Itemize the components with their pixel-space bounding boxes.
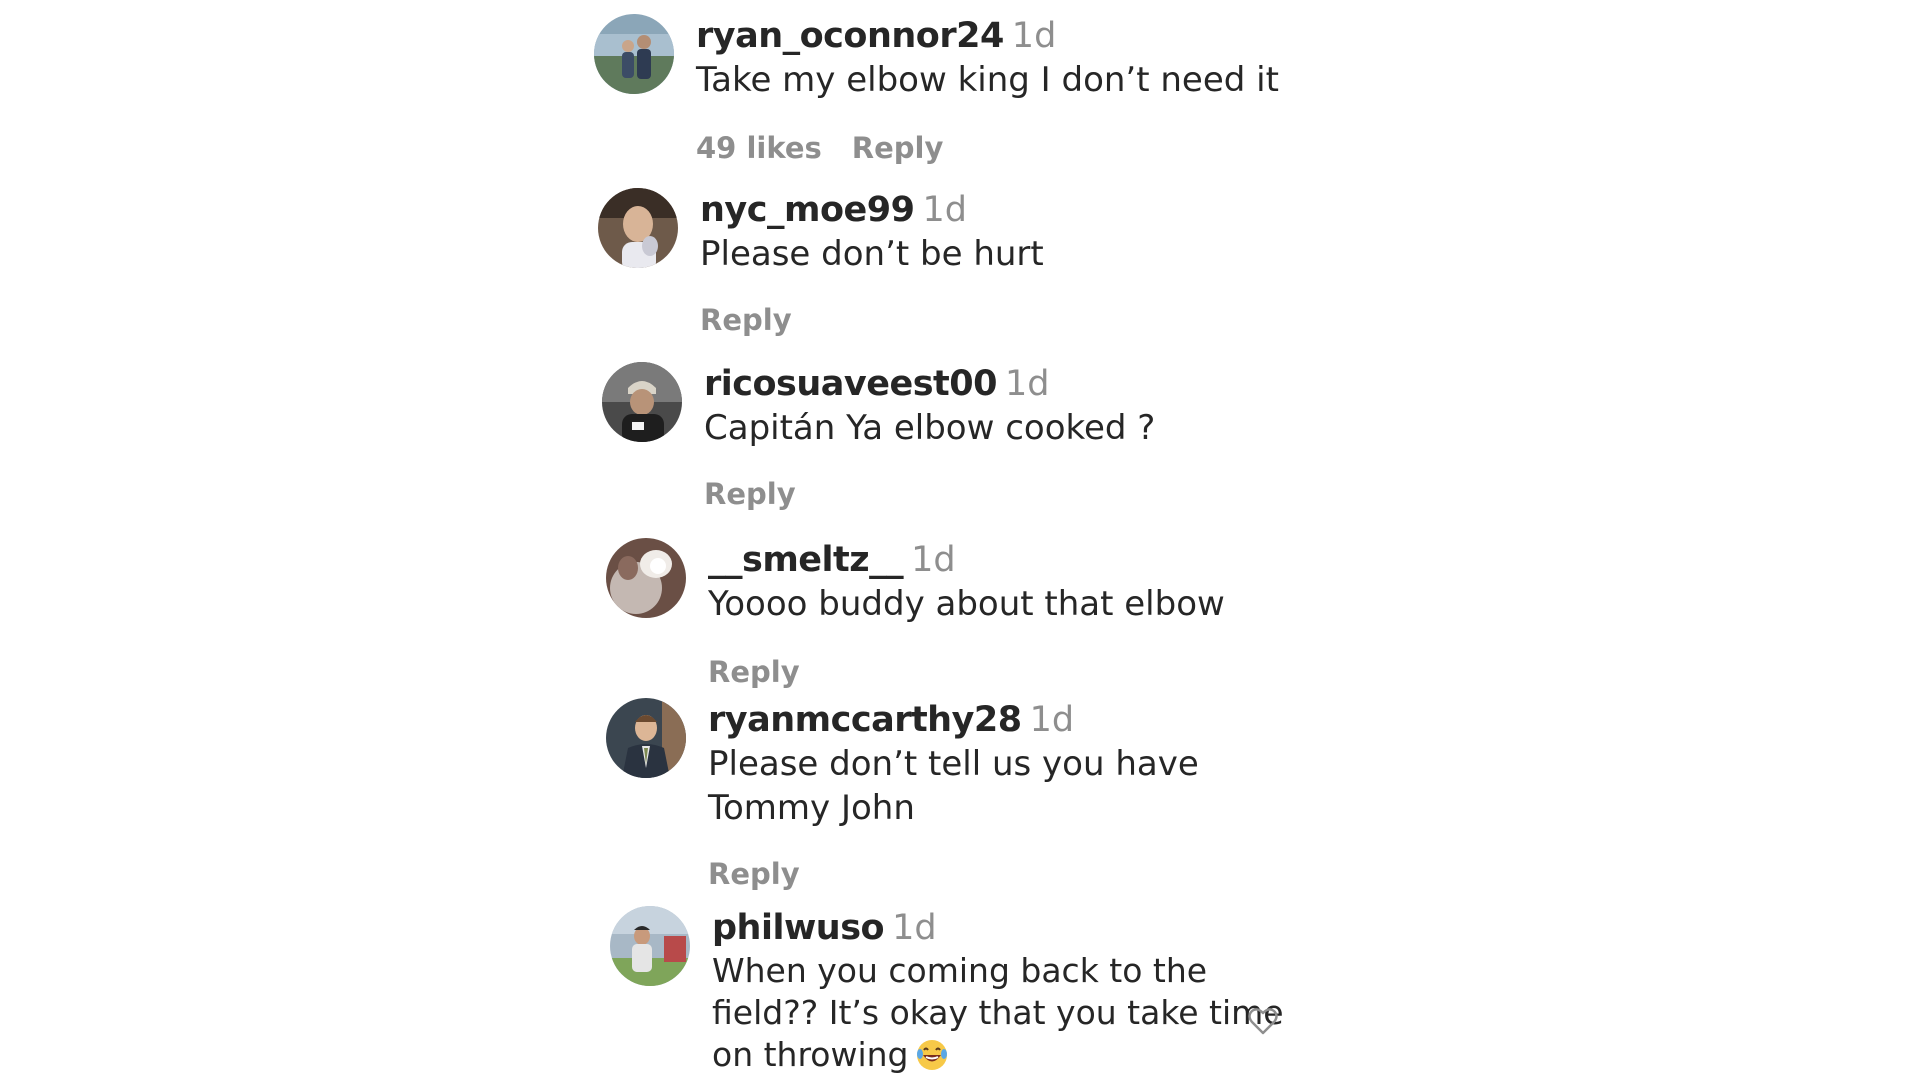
comment-item: __smeltz__ 1d Yoooo buddy about that elbo… [606,538,1306,698]
comment-text: When you coming back to the field?? It’s… [712,950,1284,1076]
comment-username[interactable]: __smeltz__ [708,540,904,580]
avatar[interactable] [598,188,678,268]
reply-button[interactable]: Reply [852,131,944,165]
avatar-image [606,538,686,618]
comment-text-line: on throwing [712,1035,909,1074]
comment-username[interactable]: ryanmccarthy28 [708,700,1022,740]
comment-text-line-with-emoji: on throwing [712,1034,1284,1076]
comment-text: Please don’t tell us you have Tommy John [708,742,1199,830]
comment-header: __smeltz__ 1d [708,538,956,588]
comment-text-line: field?? It’s okay that you take time [712,993,1284,1032]
comment-text-line: Please don’t be hurt [700,234,1044,274]
comment-text-line: Please don’t tell us you have [708,744,1199,784]
comment-actions: Reply [700,302,792,338]
comment-username[interactable]: ricosuaveest00 [704,364,997,404]
comment-username[interactable]: ryan_oconnor24 [696,16,1004,56]
avatar-image [602,362,682,442]
comment-timestamp: 1d [922,190,967,230]
comment-actions: Reply [708,654,800,690]
comment-timestamp: 1d [911,540,956,580]
reply-button[interactable]: Reply [708,857,800,891]
reply-button[interactable]: Reply [704,477,796,511]
comment-header: philwuso 1d [712,906,937,956]
comment-timestamp: 1d [892,908,937,948]
comment-text-line: Yoooo buddy about that elbow [708,584,1225,624]
comment-timestamp: 1d [1029,700,1075,740]
heart-outline-icon[interactable] [1246,1004,1280,1038]
avatar[interactable] [610,906,690,986]
comment-item: nyc_moe99 1d Please don’t be hurt Reply [598,188,1298,348]
avatar-image [594,14,674,94]
comment-text-line: Take my elbow king I don’t need it [696,60,1279,100]
comment-text: Capitán Ya elbow cooked ? [704,406,1155,450]
likes-count[interactable]: 49 likes [696,131,822,165]
comment-text-line: Tommy John [708,788,915,828]
avatar-image [610,906,690,986]
comment-header: nyc_moe99 1d [700,188,967,238]
comment-header: ricosuaveest00 1d [704,362,1049,412]
comment-item: ryanmccarthy28 1d Please don’t tell us yo… [606,698,1306,898]
comment-header: ryanmccarthy28 1d [708,698,1074,748]
comment-item: ryan_oconnor24 1d Take my elbow king I do… [594,14,1294,174]
comment-actions: Reply [704,476,796,512]
comment-item: ricosuaveest00 1d Capitán Ya elbow cooked… [602,362,1302,522]
reply-button[interactable]: Reply [700,303,792,337]
laughing-crying-emoji-icon [916,1040,947,1070]
avatar[interactable] [606,538,686,618]
avatar-image [598,188,678,268]
reply-button[interactable]: Reply [708,655,800,689]
comment-username[interactable]: nyc_moe99 [700,190,915,230]
comment-timestamp: 1d [1004,364,1050,404]
avatar[interactable] [602,362,682,442]
comment-actions: Reply [708,856,800,892]
avatar[interactable] [606,698,686,778]
comment-text: Yoooo buddy about that elbow [708,582,1225,626]
comment-header: ryan_oconnor24 1d [696,14,1056,64]
comment-text: Please don’t be hurt [700,232,1044,276]
comment-text-line: Capitán Ya elbow cooked ? [704,408,1156,448]
avatar[interactable] [594,14,674,94]
comment-username[interactable]: philwuso [712,908,885,948]
comment-text: Take my elbow king I don’t need it [696,58,1279,102]
comment-actions: 49 likes Reply [696,130,943,166]
comment-text-line: When you coming back to the [712,951,1208,990]
comment-item: philwuso 1d When you coming back to the f… [610,906,1310,1076]
comment-timestamp: 1d [1011,16,1057,56]
avatar-image [606,698,686,778]
